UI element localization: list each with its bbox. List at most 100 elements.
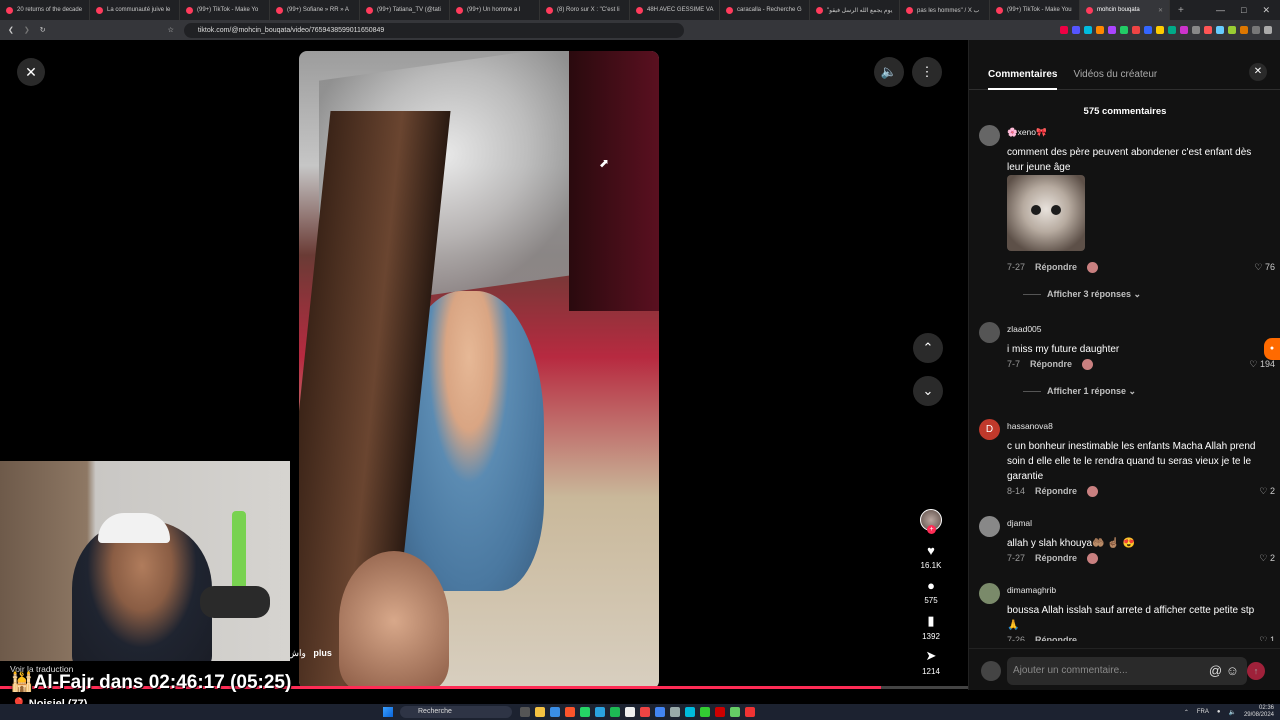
app-icon[interactable] — [715, 707, 725, 717]
comment-username[interactable]: zlaad005 — [1007, 324, 1042, 334]
browser-tab[interactable]: (8) Roro sur X : "C'est li — [540, 0, 630, 20]
show-replies-button[interactable]: Afficher 1 réponse ⌄ — [1023, 386, 1136, 397]
wifi-icon[interactable]: ● — [1217, 709, 1221, 715]
previous-video-button[interactable]: ⌃ — [913, 333, 943, 363]
extension-icon[interactable] — [1168, 26, 1176, 34]
close-tab-icon[interactable]: ✕ — [1158, 7, 1163, 14]
comment-avatar[interactable]: D — [979, 419, 1000, 440]
comment-username[interactable]: dimamaghrib — [1007, 585, 1056, 595]
menu-dots-icon[interactable] — [1264, 26, 1272, 34]
comment-avatar[interactable] — [979, 125, 1000, 146]
reply-button[interactable]: Répondre — [1035, 486, 1077, 497]
new-tab-button[interactable]: + — [1170, 5, 1192, 16]
emoji-icon[interactable]: ☺ — [1226, 663, 1239, 678]
folder-icon[interactable] — [535, 707, 545, 717]
close-window-icon[interactable]: ✕ — [1262, 5, 1270, 16]
chrome-icon[interactable] — [655, 707, 665, 717]
comment-username[interactable]: 🌸xeno🎀 — [1007, 127, 1047, 138]
post-comment-button[interactable]: ↑ — [1247, 662, 1265, 680]
extension-icon[interactable] — [1120, 26, 1128, 34]
follow-plus-icon[interactable]: + — [927, 525, 936, 534]
more-options-button[interactable]: ⋮ — [912, 57, 942, 87]
chevron-up-icon[interactable]: ⌃ — [1184, 709, 1189, 716]
extension-icon[interactable] — [1216, 26, 1224, 34]
reply-button[interactable]: Répondre — [1035, 635, 1077, 641]
browser-tab[interactable]: 48H AVEC GESSIME VA — [630, 0, 720, 20]
comment-like-button[interactable]: ♡ 194 — [1249, 359, 1275, 370]
caption-more-link[interactable]: plus — [313, 648, 332, 658]
browser-tab[interactable]: caracalla - Recherche G — [720, 0, 810, 20]
show-replies-button[interactable]: Afficher 3 réponses ⌄ — [1023, 289, 1141, 300]
maximize-icon[interactable]: □ — [1241, 5, 1246, 16]
extension-icon[interactable] — [1096, 26, 1104, 34]
extension-icon[interactable] — [1108, 26, 1116, 34]
next-video-button[interactable]: ⌄ — [913, 376, 943, 406]
browser-tab[interactable]: pas les hommes" / X ب — [900, 0, 990, 20]
browser-tab[interactable]: 20 returns of the decade — [0, 0, 90, 20]
tab-comments[interactable]: Commentaires — [988, 62, 1058, 90]
bookmark-icon[interactable]: ☆ — [168, 26, 174, 34]
tab-creator-videos[interactable]: Vidéos du créateur — [1073, 62, 1157, 90]
mute-button[interactable]: 🔈 — [874, 57, 904, 87]
volume-icon[interactable]: 🔈 — [1228, 709, 1235, 716]
extension-icon[interactable] — [1072, 26, 1080, 34]
extension-icon[interactable] — [1180, 26, 1188, 34]
app-icon[interactable] — [730, 707, 740, 717]
comment-input[interactable]: Ajouter un commentaire... @ ☺ — [1007, 657, 1247, 685]
video-player[interactable] — [299, 51, 659, 689]
language-indicator[interactable]: FRA — [1197, 709, 1209, 715]
comment-like-button[interactable]: ♡ 2 — [1259, 553, 1275, 564]
forward-icon[interactable]: ❯ — [24, 26, 30, 34]
extension-icon[interactable] — [1132, 26, 1140, 34]
browser-tab[interactable]: (99+) Tatiana_TV (@tati — [360, 0, 450, 20]
reply-button[interactable]: Répondre — [1035, 553, 1077, 564]
app-icon[interactable] — [700, 707, 710, 717]
browser-tab[interactable]: (99+) TikTok - Make Yo — [180, 0, 270, 20]
comment-like-button[interactable]: ♡ 2 — [1259, 486, 1275, 497]
reply-button[interactable]: Répondre — [1030, 359, 1072, 370]
close-panel-button[interactable]: ✕ — [1249, 63, 1267, 81]
app-icon[interactable] — [640, 707, 650, 717]
taskbar-search[interactable]: Recherche — [400, 706, 512, 718]
extension-icon[interactable] — [1084, 26, 1092, 34]
browser-tab[interactable]: (99+) TikTok - Make You — [990, 0, 1080, 20]
profile-icon[interactable] — [1252, 26, 1260, 34]
extension-icon[interactable] — [1228, 26, 1236, 34]
reply-button[interactable]: Répondre — [1035, 262, 1077, 273]
reload-icon[interactable]: ↻ — [40, 26, 46, 34]
save-action[interactable]: ▮ 1392 — [912, 613, 950, 641]
browser-tab[interactable]: (99+) Un homme a l — [450, 0, 540, 20]
comment-avatar[interactable] — [979, 583, 1000, 604]
comment-username[interactable]: djamal — [1007, 518, 1032, 528]
like-action[interactable]: ♥ 16.1K — [912, 543, 950, 570]
comment-like-button[interactable]: ♡ 1 — [1259, 635, 1274, 641]
comment-action[interactable]: ● 575 — [912, 578, 950, 605]
taskbar-clock[interactable]: 02:36 29/08/2024 — [1244, 705, 1274, 719]
spotify-icon[interactable] — [610, 707, 620, 717]
creator-avatar[interactable]: + — [920, 509, 942, 534]
minimize-icon[interactable]: — — [1216, 5, 1225, 16]
notification-badge[interactable]: ● — [1264, 338, 1280, 360]
browser-tab[interactable]: La communauté juive le — [90, 0, 180, 20]
app-icon[interactable] — [625, 707, 635, 717]
browser-tab[interactable]: (99+) Sofiane » RR » A — [270, 0, 360, 20]
brave-icon[interactable] — [565, 707, 575, 717]
extension-icon[interactable] — [1204, 26, 1212, 34]
back-icon[interactable]: ❮ — [8, 26, 14, 34]
browser-tab[interactable]: mohcin bouqata ✕ — [1080, 0, 1170, 20]
share-action[interactable]: ➤ 1214 — [912, 648, 950, 676]
settings-icon[interactable] — [670, 707, 680, 717]
app-icon[interactable] — [745, 707, 755, 717]
extension-icon[interactable] — [1144, 26, 1152, 34]
app-icon[interactable] — [685, 707, 695, 717]
extension-icon[interactable] — [1156, 26, 1164, 34]
mention-icon[interactable]: @ — [1209, 663, 1222, 678]
comment-avatar[interactable] — [979, 322, 1000, 343]
extension-icon[interactable] — [1240, 26, 1248, 34]
extension-icon[interactable] — [1192, 26, 1200, 34]
comment-username[interactable]: hassanova8 — [1007, 421, 1053, 431]
telegram-icon[interactable] — [595, 707, 605, 717]
url-field[interactable]: tiktok.com/@mohcin_bouqata/video/7659438… — [183, 22, 684, 38]
whatsapp-icon[interactable] — [580, 707, 590, 717]
browser-tab[interactable]: "يوم يجمع الله الرسل فيقو — [810, 0, 900, 20]
